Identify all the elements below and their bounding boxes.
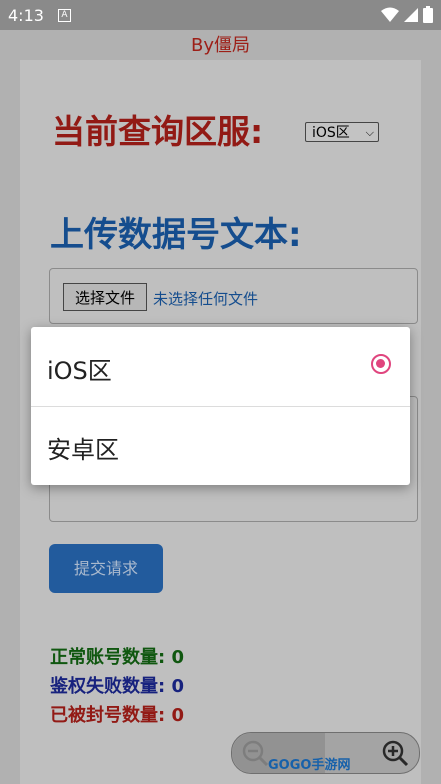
- status-icons: [381, 6, 433, 23]
- region-option-label: 安卓区: [47, 436, 119, 464]
- status-bar: 4:13 A: [0, 0, 441, 30]
- battery-icon: [423, 6, 433, 23]
- region-picker-dialog: iOS区 安卓区: [31, 327, 410, 485]
- region-option-android[interactable]: 安卓区: [31, 406, 410, 485]
- radio-selected-icon[interactable]: [371, 354, 391, 374]
- status-time: 4:13: [8, 6, 44, 25]
- region-option-label: iOS区: [47, 357, 112, 385]
- wifi-icon: [381, 7, 399, 22]
- region-option-ios[interactable]: iOS区: [31, 327, 410, 407]
- signal-icon: [404, 7, 418, 22]
- notification-icon: A: [58, 9, 71, 22]
